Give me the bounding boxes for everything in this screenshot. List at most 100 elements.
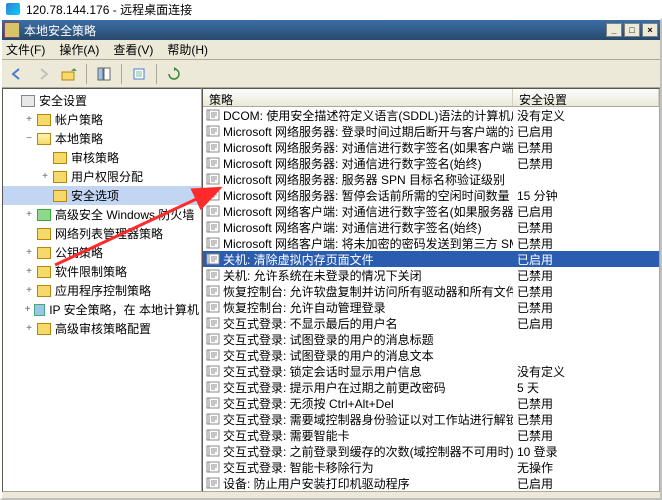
expander-icon[interactable]: + — [23, 114, 35, 125]
tree-item[interactable]: 安全设置 — [3, 91, 201, 110]
tree-item[interactable]: +软件限制策略 — [3, 262, 201, 281]
column-setting[interactable]: 安全设置 — [513, 89, 659, 106]
policy-row[interactable]: 设备: 将 CD-ROM 的访问权限仅限于本地登录的用户没有定义 — [203, 491, 659, 492]
menu-bar: 文件(F) 操作(A) 查看(V) 帮助(H) — [2, 40, 660, 60]
policy-row[interactable]: Microsoft 网络服务器: 暂停会话前所需的空闲时间数量15 分钟 — [203, 187, 659, 203]
tree-item[interactable]: +用户权限分配 — [3, 167, 201, 186]
policy-icon — [205, 108, 221, 122]
policy-row[interactable]: 交互式登录: 需要域控制器身份验证以对工作站进行解锁已禁用 — [203, 411, 659, 427]
policy-row[interactable]: Microsoft 网络客户端: 对通信进行数字签名(如果服务器…已启用 — [203, 203, 659, 219]
folder-icon — [37, 114, 51, 126]
policy-row[interactable]: DCOM: 使用安全描述符定义语言(SDDL)语法的计算机启动限制没有定义 — [203, 107, 659, 123]
tree-item[interactable]: 审核策略 — [3, 148, 201, 167]
expander-icon[interactable]: + — [23, 323, 35, 334]
policy-icon — [205, 204, 221, 218]
folder-icon — [37, 285, 51, 297]
maximize-button[interactable]: □ — [624, 23, 640, 37]
tree-item[interactable]: 网络列表管理器策略 — [3, 224, 201, 243]
close-button[interactable]: × — [642, 23, 658, 37]
policy-row[interactable]: 关机: 清除虚拟内存页面文件已启用 — [203, 251, 659, 267]
policy-name: 交互式登录: 需要智能卡 — [223, 427, 513, 444]
policy-row[interactable]: 交互式登录: 不显示最后的用户名已启用 — [203, 315, 659, 331]
policy-row[interactable]: 交互式登录: 试图登录的用户的消息标题 — [203, 331, 659, 347]
policy-icon — [205, 172, 221, 186]
back-button[interactable] — [6, 63, 28, 85]
tree-label: 安全选项 — [71, 187, 119, 204]
policy-setting: 已禁用 — [513, 299, 657, 316]
expander-icon[interactable]: + — [23, 304, 32, 315]
policy-row[interactable]: Microsoft 网络服务器: 对通信进行数字签名(始终)已禁用 — [203, 155, 659, 171]
folder-icon — [53, 171, 67, 183]
policy-icon — [205, 412, 221, 426]
policy-name: 交互式登录: 无须按 Ctrl+Alt+Del — [223, 395, 513, 412]
policy-setting: 已禁用 — [513, 283, 657, 300]
tree-item[interactable]: +帐户策略 — [3, 110, 201, 129]
tree-item[interactable]: 安全选项 — [3, 186, 201, 205]
tree-item[interactable]: +公钥策略 — [3, 243, 201, 262]
window-title: 本地安全策略 — [24, 22, 96, 39]
policy-setting: 已禁用 — [513, 411, 657, 428]
tree-item[interactable]: +应用程序控制策略 — [3, 281, 201, 300]
policy-icon — [205, 476, 221, 490]
expander-icon[interactable]: − — [23, 133, 35, 144]
tree-item[interactable]: +高级审核策略配置 — [3, 319, 201, 338]
policy-row[interactable]: 交互式登录: 无须按 Ctrl+Alt+Del已禁用 — [203, 395, 659, 411]
policy-name: 交互式登录: 试图登录的用户的消息文本 — [223, 347, 513, 364]
policy-row[interactable]: 恢复控制台: 允许自动管理登录已禁用 — [203, 299, 659, 315]
policy-icon — [205, 188, 221, 202]
policy-row[interactable]: 交互式登录: 试图登录的用户的消息文本 — [203, 347, 659, 363]
policy-row[interactable]: 设备: 防止用户安装打印机驱动程序已启用 — [203, 475, 659, 491]
tree-item[interactable]: +IP 安全策略，在 本地计算机 — [3, 300, 201, 319]
policy-row[interactable]: 交互式登录: 需要智能卡已禁用 — [203, 427, 659, 443]
policy-row[interactable]: 交互式登录: 提示用户在过期之前更改密码5 天 — [203, 379, 659, 395]
expander-icon[interactable]: + — [23, 209, 35, 220]
policy-setting: 15 分钟 — [513, 187, 657, 204]
policy-row[interactable]: 关机: 允许系统在未登录的情况下关闭已禁用 — [203, 267, 659, 283]
policy-name: 恢复控制台: 允许自动管理登录 — [223, 299, 513, 316]
folder-icon — [37, 323, 51, 335]
policy-row[interactable]: 恢复控制台: 允许软盘复制并访问所有驱动器和所有文件夹已禁用 — [203, 283, 659, 299]
refresh-button[interactable] — [163, 63, 185, 85]
policy-name: Microsoft 网络客户端: 对通信进行数字签名(始终) — [223, 219, 513, 236]
policy-icon — [205, 316, 221, 330]
policy-row[interactable]: 交互式登录: 智能卡移除行为无操作 — [203, 459, 659, 475]
expander-icon[interactable]: + — [23, 266, 35, 277]
forward-button[interactable] — [32, 63, 54, 85]
policy-row[interactable]: 交互式登录: 锁定会话时显示用户信息没有定义 — [203, 363, 659, 379]
rdp-titlebar: 120.78.144.176 - 远程桌面连接 — [0, 0, 662, 18]
expander-icon[interactable]: + — [23, 285, 35, 296]
tree-item[interactable]: +高级安全 Windows 防火墙 — [3, 205, 201, 224]
menu-file[interactable]: 文件(F) — [6, 41, 45, 58]
policy-name: 交互式登录: 试图登录的用户的消息标题 — [223, 331, 513, 348]
menu-action[interactable]: 操作(A) — [59, 41, 99, 58]
policy-row[interactable]: 交互式登录: 之前登录到缓存的次数(域控制器不可用时)10 登录 — [203, 443, 659, 459]
policy-name: Microsoft 网络服务器: 暂停会话前所需的空闲时间数量 — [223, 187, 513, 204]
policy-icon — [205, 460, 221, 474]
policy-name: 交互式登录: 智能卡移除行为 — [223, 459, 513, 476]
expander-icon[interactable]: + — [23, 247, 35, 258]
policy-name: 交互式登录: 需要域控制器身份验证以对工作站进行解锁 — [223, 411, 513, 428]
policy-row[interactable]: Microsoft 网络服务器: 登录时间过期后断开与客户端的连接已启用 — [203, 123, 659, 139]
export-button[interactable] — [128, 63, 150, 85]
tree-panel[interactable]: 安全设置+帐户策略−本地策略审核策略+用户权限分配安全选项+高级安全 Windo… — [2, 88, 202, 492]
policy-row[interactable]: Microsoft 网络客户端: 将未加密的密码发送到第三方 SM…已禁用 — [203, 235, 659, 251]
policy-row[interactable]: Microsoft 网络客户端: 对通信进行数字签名(始终)已禁用 — [203, 219, 659, 235]
policy-name: 设备: 防止用户安装打印机驱动程序 — [223, 475, 513, 492]
menu-help[interactable]: 帮助(H) — [167, 41, 208, 58]
minimize-button[interactable]: _ — [606, 23, 622, 37]
policy-setting: 已禁用 — [513, 139, 657, 156]
up-button[interactable] — [58, 63, 80, 85]
list-body[interactable]: DCOM: 使用安全描述符定义语言(SDDL)语法的计算机启动限制没有定义Mic… — [203, 107, 659, 492]
folder-icon — [37, 209, 51, 221]
expander-icon[interactable]: + — [39, 171, 51, 182]
policy-row[interactable]: Microsoft 网络服务器: 对通信进行数字签名(如果客户端…已禁用 — [203, 139, 659, 155]
policy-row[interactable]: Microsoft 网络服务器: 服务器 SPN 目标名称验证级别 — [203, 171, 659, 187]
column-policy[interactable]: 策略 — [203, 89, 513, 106]
menu-view[interactable]: 查看(V) — [113, 41, 153, 58]
policy-icon — [205, 140, 221, 154]
window-titlebar[interactable]: 本地安全策略 _ □ × — [2, 20, 660, 40]
tree-toggle-button[interactable] — [93, 63, 115, 85]
rdp-icon — [6, 3, 20, 15]
list-header[interactable]: 策略 安全设置 — [203, 89, 659, 107]
tree-item[interactable]: −本地策略 — [3, 129, 201, 148]
